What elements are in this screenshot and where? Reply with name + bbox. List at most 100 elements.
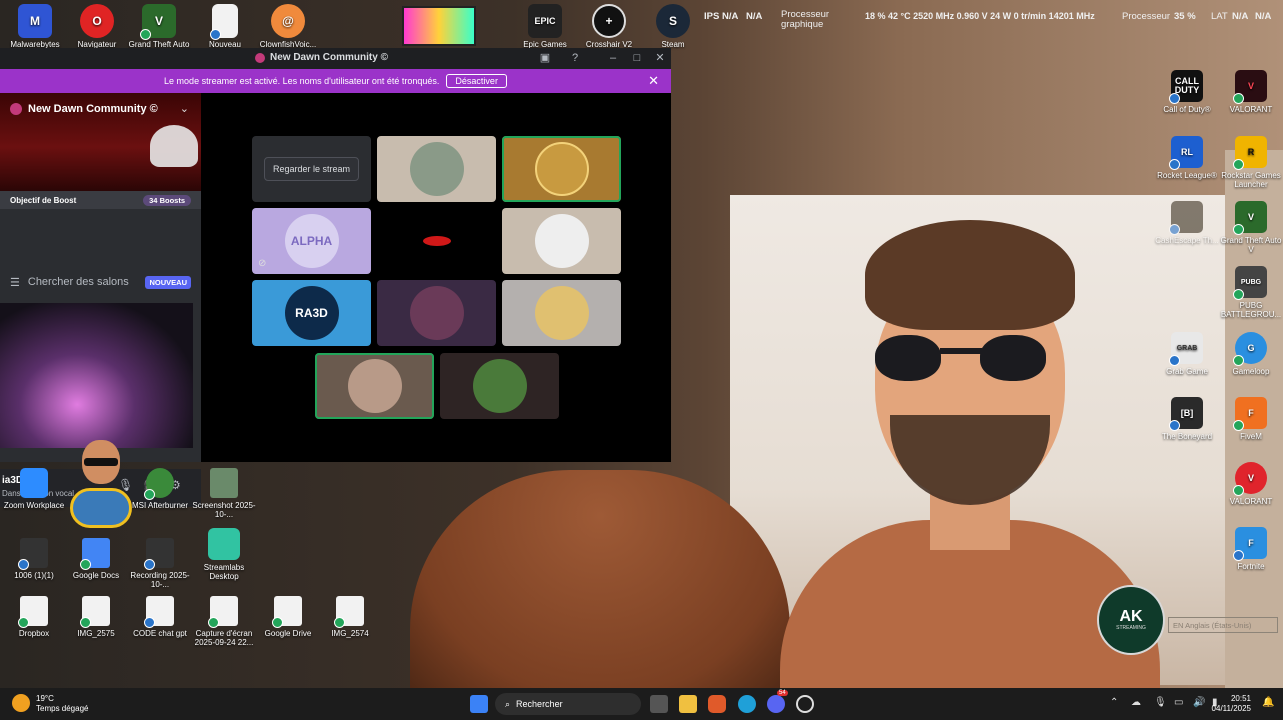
avatar: ALPHA: [284, 214, 339, 268]
inbox-icon[interactable]: ▣: [536, 50, 554, 66]
red-eye-avatar: [422, 236, 451, 246]
weather-widget[interactable]: 19°C Temps dégagé: [12, 694, 88, 714]
discord-window: New Dawn Community © ▣ ? – □ ✕ Le mode s…: [0, 48, 671, 507]
desktop-icon-valorant-2[interactable]: V VALORANT: [1219, 462, 1283, 506]
stream-tile[interactable]: Regarder le stream: [252, 136, 371, 202]
zoom-icon: [20, 468, 48, 498]
participant-tile[interactable]: [377, 136, 496, 202]
hud-lat-label: LAT: [1211, 11, 1228, 22]
participant-tile[interactable]: [315, 353, 434, 419]
participant-tile[interactable]: [502, 208, 621, 274]
edge-icon[interactable]: [738, 695, 756, 713]
desktop-icon-code-chat-gpt[interactable]: CODE chat gpt: [126, 596, 194, 638]
channel-search[interactable]: ☰ Chercher des salons NOUVEAU: [0, 271, 201, 293]
hud-cpu-label: Processeur: [1122, 11, 1171, 22]
clock[interactable]: 20:51 04/11/2025: [1212, 694, 1251, 714]
language-indicator: EN Anglais (États-Unis): [1168, 617, 1278, 633]
close-banner-icon[interactable]: ✕: [648, 73, 659, 89]
start-menu-icon[interactable]: [470, 695, 488, 713]
desktop-icon-cashescape[interactable]: CashEscape Th...: [1155, 201, 1219, 245]
desktop-icon-valorant[interactable]: V VALORANT: [1219, 70, 1283, 114]
epic-games-icon: EPIC: [528, 4, 562, 38]
deactivate-button[interactable]: Désactiver: [446, 74, 507, 88]
taskbar-search[interactable]: ⌕ Rechercher: [495, 693, 641, 715]
desktop-icon-1006[interactable]: 1006 (1)(1): [0, 538, 68, 580]
server-icon: [10, 103, 22, 115]
participant-tile[interactable]: [440, 353, 559, 419]
participant-tile[interactable]: ALPHA ⊘: [252, 208, 371, 274]
desktop-icon-img-2575[interactable]: IMG_2575: [62, 596, 130, 638]
avatar: [347, 359, 402, 413]
minimize-button[interactable]: –: [604, 50, 622, 66]
desktop-icon-dropbox[interactable]: Dropbox: [0, 596, 68, 638]
hud-lat-value-1: N/A: [1232, 11, 1249, 22]
participant-tile[interactable]: RA3D: [252, 280, 371, 346]
desktop-icon-gta-v[interactable]: V Grand Theft Auto V: [1219, 201, 1283, 254]
top-desktop-strip: M Malwarebytes O Navigateur V Grand Thef…: [0, 0, 1283, 50]
avatar: [534, 142, 589, 196]
desktop-icon-boneyard[interactable]: [B] The Boneyard: [1155, 397, 1219, 441]
desktop-icon-malwarebytes[interactable]: M Malwarebytes: [0, 4, 70, 50]
discord-taskbar-icon[interactable]: 54: [767, 690, 788, 713]
participant-tile[interactable]: [502, 280, 621, 346]
desktop-icon-grab-game[interactable]: GRAB Grab Game: [1155, 332, 1219, 376]
server-banner[interactable]: New Dawn Community © ⌄: [0, 93, 201, 201]
muted-icon: ⊘: [258, 258, 267, 269]
participant-tile[interactable]: [377, 280, 496, 346]
malwarebytes-icon: M: [18, 4, 52, 38]
window-titlebar: New Dawn Community © ▣ ? – □ ✕: [0, 48, 671, 69]
desktop-icon-capture[interactable]: Capture d'écran 2025-09-24 22...: [190, 596, 258, 647]
notifications-icon[interactable]: 🔔: [1262, 697, 1274, 708]
desktop-icon-call-of-duty[interactable]: CALL DUTY Call of Duty®: [1155, 70, 1219, 114]
desktop-icon-img-2574[interactable]: IMG_2574: [316, 596, 384, 638]
stream-preview[interactable]: [0, 303, 193, 448]
file-explorer-icon[interactable]: [679, 695, 697, 713]
microphone-tray-icon[interactable]: 🎙: [1154, 697, 1167, 708]
avatar: [409, 286, 464, 340]
desktop-icon-recording[interactable]: Recording 2025-10-...: [126, 538, 194, 589]
participant-tile[interactable]: [502, 136, 621, 202]
desktop-icon-crosshair[interactable]: + Crosshair V2: [574, 4, 644, 50]
desktop-icon-streamlabs[interactable]: Streamlabs Desktop: [190, 528, 258, 581]
volume-icon[interactable]: 🔊: [1193, 697, 1205, 708]
help-icon[interactable]: ?: [566, 50, 584, 66]
pubg-icon: PUBG: [1233, 266, 1267, 300]
fortnite-icon: F: [1233, 527, 1267, 561]
desktop-icon-nouveau[interactable]: Nouveau: [190, 4, 260, 50]
desktop-icon-clownfish[interactable]: @ ClownfishVoic...: [253, 4, 323, 50]
desktop-icon-rockstar[interactable]: R Rockstar Games Launcher: [1219, 136, 1283, 189]
desktop-icon-navigateur[interactable]: O Navigateur: [62, 4, 132, 50]
network-icon[interactable]: ▭: [1174, 697, 1183, 708]
desktop-icon-steam[interactable]: S Steam: [638, 4, 708, 50]
tray-expand-icon[interactable]: ⌃: [1110, 697, 1118, 708]
desktop-icon-fivem[interactable]: F FiveM: [1219, 397, 1283, 441]
chevron-down-icon[interactable]: ⌄: [180, 102, 189, 115]
task-view-icon[interactable]: [650, 695, 668, 713]
desktop-icon-msi-afterburner[interactable]: MSI Afterburner: [126, 468, 194, 510]
close-window-button[interactable]: ✕: [651, 50, 669, 66]
watch-stream-button[interactable]: Regarder le stream: [263, 157, 360, 181]
desktop-icon-gameloop[interactable]: G Gameloop: [1219, 332, 1283, 376]
rocket-league-icon: RL: [1169, 136, 1203, 170]
valorant-icon: V: [1233, 70, 1267, 104]
cloud-icon[interactable]: ☁: [1131, 697, 1141, 708]
desktop-icon-epic[interactable]: EPIC Epic Games: [510, 4, 580, 50]
gameloop-icon: G: [1233, 332, 1267, 366]
desktop-icon-screenshot[interactable]: Screenshot 2025-10-...: [190, 468, 258, 519]
app-icon[interactable]: [796, 695, 814, 713]
boost-goal[interactable]: Objectif de Boost 34 Boosts: [0, 191, 201, 209]
desktop-icon-pubg[interactable]: PUBG PUBG BATTLEGROU...: [1219, 266, 1283, 319]
brave-browser-icon[interactable]: [708, 695, 726, 713]
participant-tile[interactable]: [377, 208, 496, 274]
opera-icon: O: [80, 4, 114, 38]
desktop-icon-google-drive[interactable]: Google Drive: [254, 596, 322, 638]
desktop-icon-google-docs[interactable]: Google Docs: [62, 538, 130, 580]
clownfish-icon: @: [271, 4, 305, 38]
desktop-icon-rocket-league[interactable]: RL Rocket League®: [1155, 136, 1219, 180]
document-icon: [272, 596, 302, 628]
desktop-icon-fortnite[interactable]: F Fortnite: [1219, 527, 1283, 571]
desktop-icon-zoom[interactable]: Zoom Workplace: [0, 468, 68, 510]
desktop-icon-gta[interactable]: V Grand Theft Auto: [124, 4, 194, 50]
maximize-button[interactable]: □: [628, 50, 646, 66]
voice-grid: Regarder le stream ALPHA ⊘ RA3D: [201, 93, 671, 462]
